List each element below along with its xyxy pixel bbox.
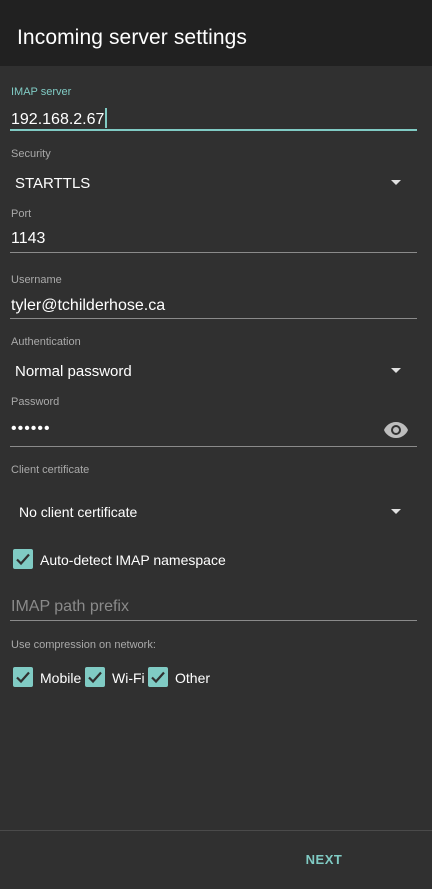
username-label: Username xyxy=(11,274,62,286)
password-input[interactable]: •••••• xyxy=(11,420,51,438)
client-certificate-value: No client certificate xyxy=(19,504,138,520)
compression-label: Use compression on network: xyxy=(11,639,156,651)
dropdown-arrow-icon xyxy=(391,368,401,373)
imap-server-label: IMAP server xyxy=(11,86,72,98)
check-icon xyxy=(88,671,102,684)
authentication-dropdown[interactable]: Normal password xyxy=(0,355,432,385)
check-icon xyxy=(16,671,30,684)
password-label: Password xyxy=(11,396,60,408)
username-input[interactable]: tyler@tchilderhose.ca xyxy=(11,297,165,315)
port-underline xyxy=(10,252,417,253)
port-input[interactable]: 1143 xyxy=(11,230,45,248)
port-label: Port xyxy=(11,208,32,220)
wifi-label[interactable]: Wi-Fi xyxy=(112,670,145,686)
text-cursor xyxy=(105,108,108,128)
imap-server-input[interactable]: 192.168.2.67 xyxy=(11,108,108,129)
imap-path-prefix-underline xyxy=(10,620,417,621)
other-label[interactable]: Other xyxy=(175,670,210,686)
app-bar: Incoming server settings xyxy=(0,0,432,66)
security-label: Security xyxy=(11,148,51,160)
password-underline xyxy=(10,446,417,447)
imap-server-underline xyxy=(10,129,417,131)
auto-detect-label[interactable]: Auto-detect IMAP namespace xyxy=(40,552,226,568)
dropdown-arrow-icon xyxy=(391,509,401,514)
client-certificate-dropdown[interactable]: No client certificate xyxy=(0,496,432,526)
other-checkbox[interactable] xyxy=(148,667,168,687)
security-value: STARTTLS xyxy=(15,175,91,192)
security-dropdown[interactable]: STARTTLS xyxy=(0,167,432,197)
check-icon xyxy=(151,671,165,684)
page-title: Incoming server settings xyxy=(17,26,247,49)
authentication-value: Normal password xyxy=(15,363,132,380)
mobile-checkbox[interactable] xyxy=(13,667,33,687)
imap-path-prefix-input[interactable]: IMAP path prefix xyxy=(11,598,129,616)
footer xyxy=(0,831,432,889)
check-icon xyxy=(16,553,30,566)
imap-server-value: 192.168.2.67 xyxy=(11,111,105,128)
next-button[interactable]: NEXT xyxy=(300,844,348,876)
authentication-label: Authentication xyxy=(11,336,81,348)
dropdown-arrow-icon xyxy=(391,180,401,185)
auto-detect-checkbox[interactable] xyxy=(13,549,33,569)
client-certificate-label: Client certificate xyxy=(11,464,90,476)
mobile-label[interactable]: Mobile xyxy=(40,670,81,686)
username-underline xyxy=(10,318,417,319)
eye-icon[interactable] xyxy=(383,421,409,439)
wifi-checkbox[interactable] xyxy=(85,667,105,687)
